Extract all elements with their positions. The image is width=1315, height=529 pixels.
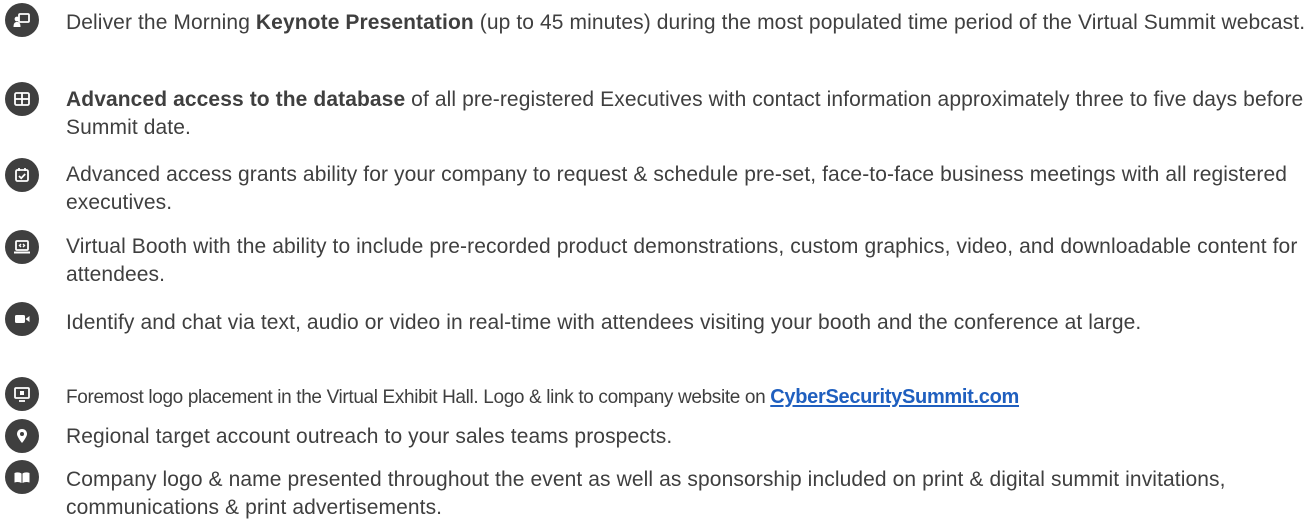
benefit-text: Identify and chat via text, audio or vid… — [66, 311, 1142, 334]
benefit-text: Regional target account outreach to your… — [66, 425, 673, 448]
benefit-text: Advanced access to the database of all p… — [66, 86, 1307, 142]
benefit-text-lead: Foremost logo placement in the Virtual E… — [66, 387, 771, 408]
video-camera-icon — [5, 302, 39, 336]
open-book-icon — [5, 460, 39, 494]
benefit-highlight: Keynote Presentation — [255, 11, 474, 34]
benefit-text-lead: Deliver the Morning — [66, 11, 256, 34]
benefit-highlight: Advanced access to the database — [66, 88, 406, 111]
monitor-logo-icon — [5, 377, 39, 411]
benefit-text: Deliver the Morning Keynote Presentation… — [66, 9, 1307, 37]
website-link[interactable]: CyberSecuritySummit.com — [770, 386, 1019, 408]
benefit-text: Virtual Booth with the ability to includ… — [66, 235, 1298, 286]
benefit-text-tail: (up to 45 minutes) during the most popul… — [473, 11, 1306, 34]
presenter-icon — [5, 3, 39, 37]
benefit-text: Company logo & name presented throughout… — [66, 468, 1226, 519]
database-grid-icon — [5, 82, 39, 116]
benefit-text: Advanced access grants ability for your … — [66, 163, 1288, 214]
benefit-text: Foremost logo placement in the Virtual E… — [66, 383, 1307, 412]
calendar-check-icon — [5, 158, 39, 192]
map-pin-icon — [5, 419, 39, 453]
laptop-booth-icon — [5, 230, 39, 264]
benefits-list: Deliver the Morning Keynote Presentation… — [0, 0, 1315, 529]
